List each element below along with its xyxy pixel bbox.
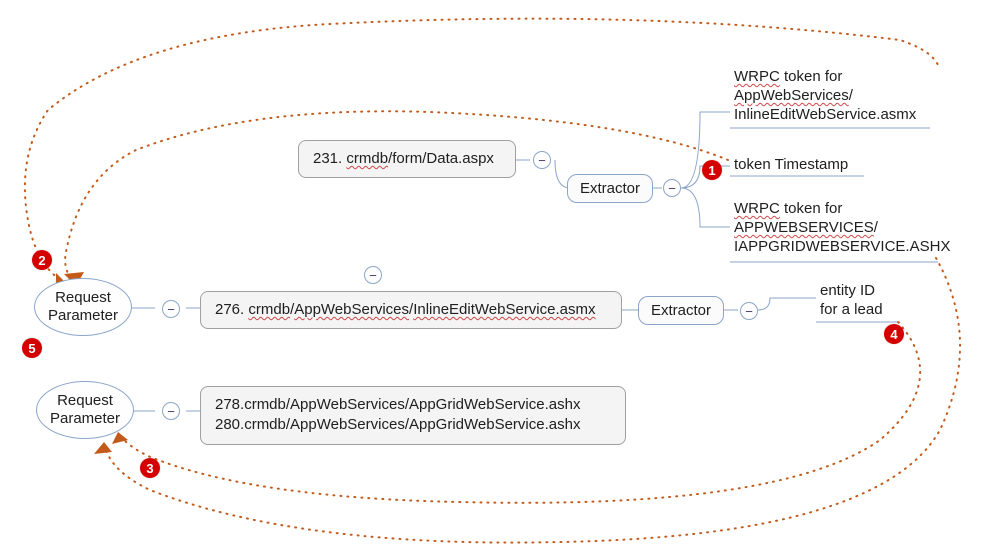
- minus-icon: −: [167, 303, 175, 316]
- appwebservices-word: AppWebServices: [734, 87, 849, 104]
- badge-1-num: 1: [708, 163, 715, 178]
- collapse-toggle-231[interactable]: −: [533, 151, 551, 169]
- node-231-crmdb: crmdb: [346, 150, 388, 167]
- plain: token for: [780, 200, 843, 217]
- badge-4-num: 4: [890, 327, 897, 342]
- extractor-231: Extractor: [567, 174, 653, 203]
- node-278-280-appgrid: 278.crmdb/AppWebServices/AppGridWebServi…: [200, 386, 626, 445]
- collapse-toggle-276-left[interactable]: −: [162, 300, 180, 318]
- w2: AppWebServices: [294, 301, 409, 318]
- node-231-prefix: 231.: [313, 150, 346, 167]
- output-token-timestamp: token Timestamp: [734, 156, 848, 175]
- request-parameter-276-label: Request Parameter: [48, 289, 118, 325]
- badge-5: 5: [22, 338, 42, 358]
- w1: crmdb: [248, 301, 290, 318]
- plain: /: [874, 219, 878, 236]
- output-token-inline: WRPC token for AppWebServices/ InlineEdi…: [734, 68, 944, 124]
- entity-id-l1: entity ID: [820, 282, 875, 299]
- badge-4: 4: [884, 324, 904, 344]
- grid-ashx: IAPPGRIDWEBSERVICE.ASHX: [734, 238, 950, 255]
- node-278-line2: 280.crmdb/AppWebServices/AppGridWebServi…: [215, 416, 580, 433]
- badge-3: 3: [140, 458, 160, 478]
- badge-5-num: 5: [28, 341, 35, 356]
- badge-2: 2: [32, 250, 52, 270]
- request-parameter-278-label: Request Parameter: [50, 392, 120, 428]
- plain: token for: [780, 68, 843, 85]
- badge-2-num: 2: [38, 253, 45, 268]
- request-parameter-276: Request Parameter: [34, 278, 132, 336]
- node-231-rest: /form/Data.aspx: [388, 150, 494, 167]
- extractor-276: Extractor: [638, 296, 724, 325]
- entity-id-l2: for a lead: [820, 301, 883, 318]
- collapse-toggle-276-outputs[interactable]: −: [740, 302, 758, 320]
- badge-3-num: 3: [146, 461, 153, 476]
- node-231-data-aspx: 231. crmdb/form/Data.aspx: [298, 140, 516, 178]
- minus-icon: −: [369, 269, 377, 282]
- w3: InlineEditWebService.asmx: [413, 301, 595, 318]
- collapse-toggle-231-outputs[interactable]: −: [663, 179, 681, 197]
- node-276-prefix: 276.: [215, 301, 248, 318]
- wrpc-word: WRPC: [734, 200, 780, 217]
- node-276-inline-edit: 276. crmdb/AppWebServices/InlineEditWebS…: [200, 291, 622, 329]
- plain: /: [849, 87, 853, 104]
- token-timestamp-text: token Timestamp: [734, 156, 848, 173]
- extractor-276-label: Extractor: [651, 302, 711, 319]
- request-parameter-278: Request Parameter: [36, 381, 134, 439]
- output-entity-id: entity ID for a lead: [820, 282, 883, 320]
- extractor-231-label: Extractor: [580, 180, 640, 197]
- wrpc-word: WRPC: [734, 68, 780, 85]
- minus-icon: −: [167, 405, 175, 418]
- output-token-grid: WRPC token for APPWEBSERVICES/ IAPPGRIDW…: [734, 200, 954, 256]
- badge-1: 1: [702, 160, 722, 180]
- minus-icon: −: [668, 182, 676, 195]
- minus-icon: −: [538, 154, 546, 167]
- node-278-line1: 278.crmdb/AppWebServices/AppGridWebServi…: [215, 396, 580, 413]
- appwebservices-caps: APPWEBSERVICES: [734, 219, 874, 236]
- collapse-toggle-278-left[interactable]: −: [162, 402, 180, 420]
- minus-icon: −: [745, 305, 753, 318]
- inline-asmx: InlineEditWebService.asmx: [734, 106, 916, 123]
- collapse-toggle-276-top[interactable]: −: [364, 266, 382, 284]
